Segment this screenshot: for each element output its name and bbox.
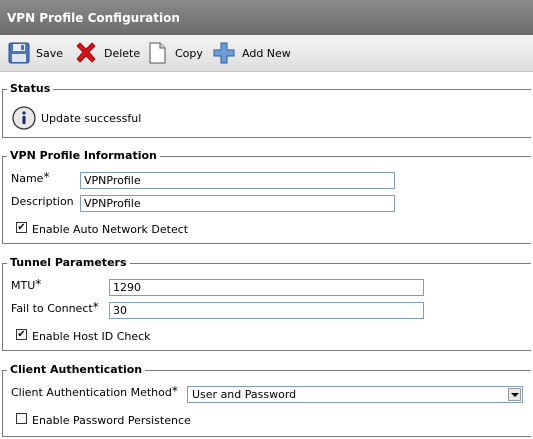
name-label: Name*: [11, 170, 50, 186]
auto-network-detect-label: Enable Auto Network Detect: [32, 223, 189, 236]
name-label-text: Name: [11, 172, 44, 185]
mtu-label-text: MTU: [11, 279, 36, 292]
save-button[interactable]: Save: [8, 39, 63, 67]
required-marker: *: [171, 384, 178, 398]
tunnel-parameters-legend: Tunnel Parameters: [7, 256, 130, 269]
copy-label: Copy: [175, 46, 203, 60]
password-persistence-label: Enable Password Persistence: [32, 414, 191, 427]
copy-document-icon: [149, 42, 166, 64]
password-persistence-checkbox[interactable]: [16, 413, 27, 424]
save-label: Save: [36, 46, 64, 60]
client-authentication-legend: Client Authentication: [7, 363, 146, 376]
delete-button[interactable]: Delete: [74, 39, 140, 67]
client-auth-method-value: User and Password: [192, 388, 297, 401]
required-marker: *: [35, 277, 42, 291]
required-marker: *: [43, 170, 50, 184]
vpn-profile-info-legend: VPN Profile Information: [7, 149, 160, 162]
page-title-bar: VPN Profile Configuration: [0, 0, 533, 35]
red-x-icon: [76, 42, 96, 63]
auto-network-detect-checkbox[interactable]: ✔: [16, 222, 27, 233]
status-section: Status Update successful: [2, 82, 531, 138]
info-icon: [12, 106, 36, 130]
status-legend: Status: [7, 82, 54, 95]
client-auth-method-select[interactable]: User and Password: [187, 386, 523, 403]
add-new-label: Add New: [242, 46, 291, 60]
status-message: Update successful: [41, 112, 142, 125]
fail-to-connect-label: Fail to Connect*: [11, 300, 99, 316]
delete-label: Delete: [104, 46, 141, 60]
plus-icon: [213, 42, 235, 64]
vpn-profile-info-section: VPN Profile Information Name* Descriptio…: [2, 149, 531, 244]
fail-to-connect-label-text: Fail to Connect: [11, 302, 93, 315]
name-input[interactable]: [80, 172, 395, 189]
add-new-button[interactable]: Add New: [212, 39, 291, 67]
page-title: VPN Profile Configuration: [7, 11, 180, 25]
host-id-check-checkbox[interactable]: ✔: [16, 329, 27, 340]
client-auth-method-label: Client Authentication Method*: [11, 384, 178, 400]
mtu-label: MTU*: [11, 277, 42, 293]
client-authentication-section: Client Authentication Client Authenticat…: [2, 363, 531, 437]
copy-button[interactable]: Copy: [147, 39, 203, 67]
tunnel-parameters-section: Tunnel Parameters MTU* Fail to Connect* …: [2, 256, 531, 351]
required-marker: *: [92, 300, 99, 314]
dropdown-arrow-icon[interactable]: [508, 388, 521, 401]
description-input[interactable]: [80, 195, 395, 212]
toolbar: Save Delete Copy Add New: [0, 35, 533, 72]
fail-to-connect-input[interactable]: [109, 302, 424, 319]
host-id-check-label: Enable Host ID Check: [32, 330, 151, 343]
client-auth-method-label-text: Client Authentication Method: [11, 386, 172, 399]
mtu-input[interactable]: [109, 279, 424, 296]
floppy-disk-icon: [8, 42, 30, 64]
description-label: Description: [11, 195, 74, 208]
